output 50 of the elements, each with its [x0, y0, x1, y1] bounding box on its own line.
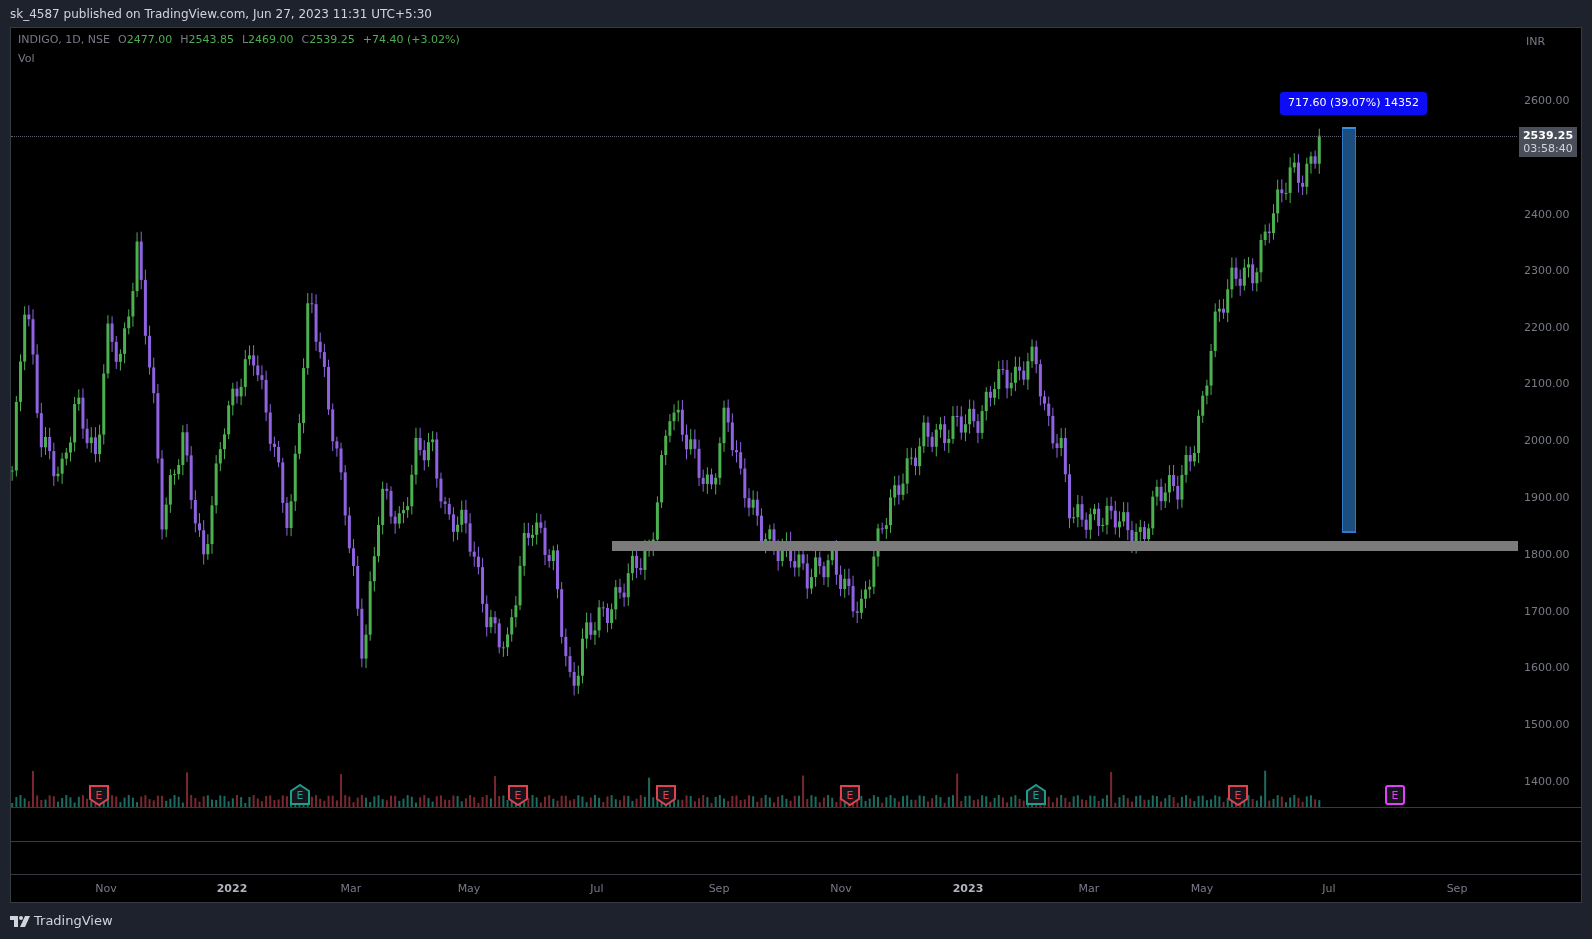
- time-axis-label: May: [457, 881, 481, 897]
- time-axis-label: Nov: [830, 881, 852, 897]
- ohlc-key: O: [118, 32, 127, 49]
- price-axis-label: 2000.00: [1524, 435, 1570, 446]
- time-axis-label: 2023: [952, 881, 984, 897]
- brand-logo-icon: [10, 915, 30, 927]
- ohlc-value: 2543.85: [188, 32, 234, 48]
- earnings-marker[interactable]: E: [507, 784, 529, 806]
- price-axis-label: 2300.00: [1524, 265, 1570, 276]
- bar-countdown: 03:58:40: [1523, 142, 1573, 155]
- earnings-marker[interactable]: E: [1384, 784, 1406, 806]
- ohlc-value: 2539.25: [309, 32, 355, 48]
- earnings-marker[interactable]: E: [1227, 784, 1249, 806]
- ohlc-value: 2477.00: [126, 32, 173, 48]
- time-axis-label: Jul: [590, 881, 604, 897]
- ohlc-key: H: [180, 32, 189, 49]
- price-axis-label: 1500.00: [1524, 719, 1570, 730]
- price-axis-label: 2200.00: [1524, 322, 1570, 333]
- price-axis-label: 1700.00: [1524, 606, 1570, 617]
- price-axis-label: 2600.00: [1524, 95, 1570, 106]
- price-axis-label: 1800.00: [1524, 549, 1570, 560]
- earnings-marker[interactable]: E: [289, 784, 311, 806]
- time-axis-label: Nov: [95, 881, 117, 897]
- time-axis-label: Jul: [1322, 881, 1336, 897]
- price-axis-label: 2400.00: [1524, 209, 1570, 220]
- time-axis-label: 2022: [216, 881, 248, 897]
- price-axis-label: 1400.00: [1524, 776, 1570, 787]
- price-change: +74.40 (+3.02%): [362, 32, 460, 48]
- last-price: 2539.25: [1522, 129, 1574, 142]
- price-axis-label: 1900.00: [1524, 492, 1570, 503]
- time-axis-label: Sep: [1446, 881, 1468, 897]
- price-axis-label: 1600.00: [1524, 662, 1570, 673]
- ohlc-key: C: [301, 32, 310, 49]
- earnings-marker[interactable]: E: [88, 784, 110, 806]
- time-axis-label: Mar: [340, 881, 362, 897]
- price-axis-label: 2100.00: [1524, 378, 1570, 389]
- earnings-marker[interactable]: E: [1025, 784, 1047, 806]
- currency-label: INR: [1526, 34, 1546, 50]
- time-axis-label: May: [1190, 881, 1214, 897]
- time-axis-label: Sep: [708, 881, 730, 897]
- time-axis-label: Mar: [1078, 881, 1100, 897]
- earnings-marker[interactable]: E: [839, 784, 861, 806]
- symbol-label: INDIGO, 1D, NSE: [18, 32, 110, 48]
- ohlc-value: 2469.00: [248, 32, 294, 48]
- earnings-marker[interactable]: E: [655, 784, 677, 806]
- brand-name: TradingView: [34, 912, 113, 931]
- publish-info: sk_4587 published on TradingView.com, Jun 27, 2023 11:31 UTC+5:30: [10, 5, 432, 23]
- measure-label: 717.60 (39.07%) 14352: [1280, 92, 1427, 115]
- ohlc-key: L: [241, 32, 249, 49]
- volume-label: Vol: [18, 50, 36, 67]
